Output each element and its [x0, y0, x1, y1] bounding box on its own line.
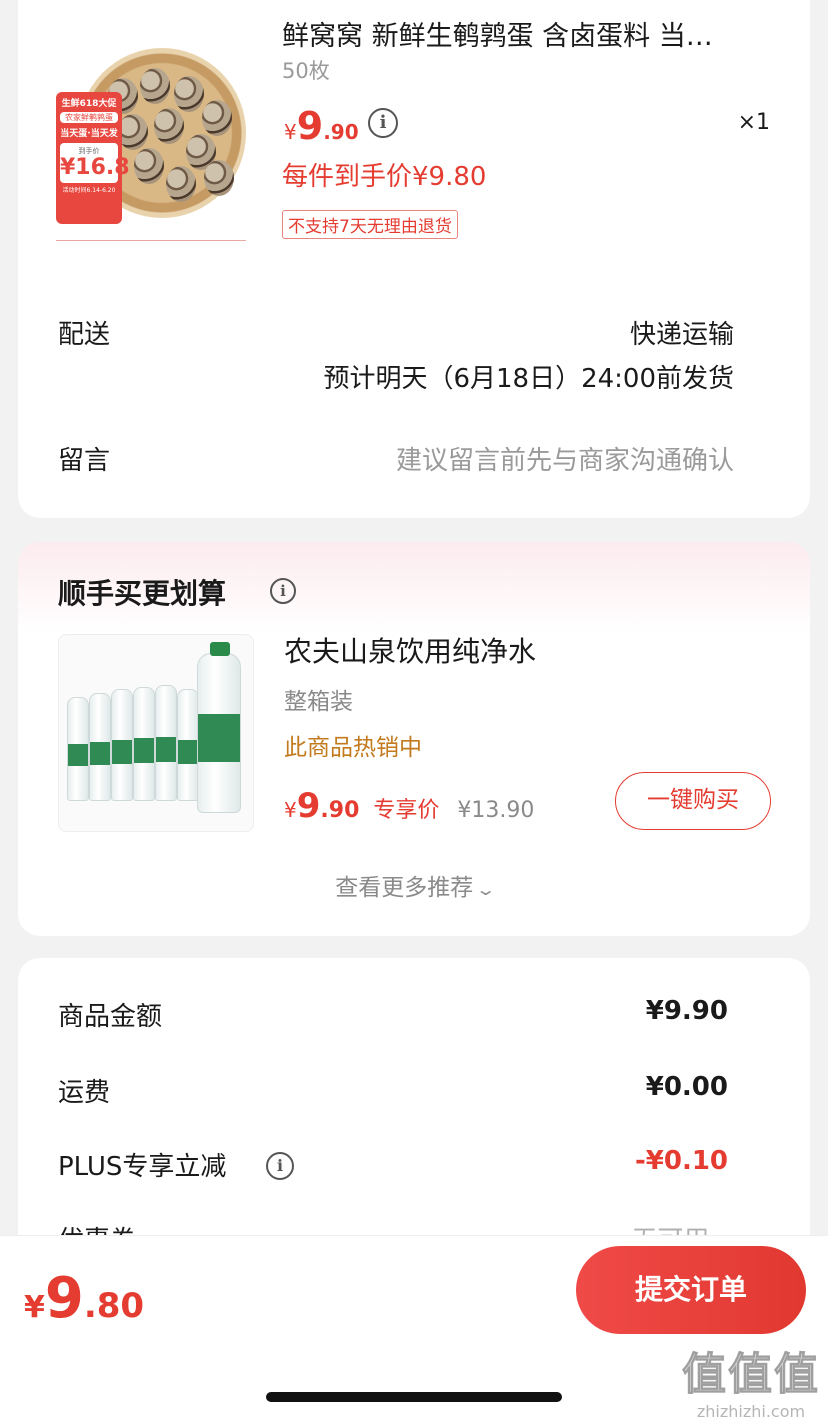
plus-discount-label: PLUS专享立减: [58, 1152, 227, 1182]
total-price: ¥ 9 .80: [24, 1266, 144, 1331]
shipping-value: ¥0.00: [645, 1072, 728, 1102]
info-icon[interactable]: i: [270, 578, 296, 604]
submit-order-button[interactable]: 提交订单: [576, 1246, 806, 1334]
price-integer: 9: [296, 786, 321, 826]
recommendation-title: 顺手买更划算: [58, 577, 227, 610]
watermark-logo: 值值值: [682, 1349, 820, 1401]
promo-line2: 农家鲜鹌鹑蛋: [60, 112, 118, 123]
currency-symbol: ¥: [284, 120, 297, 144]
product-price: ¥ 9 .90: [284, 104, 359, 148]
plus-discount-value: -¥0.10: [634, 1146, 728, 1176]
shipping-label: 运费: [58, 1078, 111, 1108]
price-decimal: .90: [320, 798, 360, 823]
delivery-label: 配送: [58, 320, 111, 350]
exclusive-price-label: 专享价: [373, 798, 440, 823]
promo-price: ¥16.8: [60, 155, 130, 180]
original-price: ¥13.90: [457, 798, 535, 823]
info-icon[interactable]: i: [368, 108, 398, 138]
recommended-product-name[interactable]: 农夫山泉饮用纯净水: [284, 630, 536, 670]
thumbnail-divider: [56, 240, 246, 241]
quantity: ×1: [737, 110, 770, 135]
one-click-buy-button[interactable]: 一键购买: [615, 772, 771, 830]
promo-line1: 生鲜618大促: [61, 99, 117, 109]
see-more-recommendations[interactable]: 查看更多推荐 ⌄: [18, 868, 810, 902]
delivery-estimate: 预计明天（6月18日）24:00前发货: [323, 364, 734, 394]
final-unit-price: 每件到手价¥9.80: [282, 162, 487, 192]
watermark: 值值值 zhizhizhi.com: [682, 1338, 820, 1421]
promo-line3: 当天蛋·当天发: [60, 129, 118, 139]
goods-amount-value: ¥9.90: [645, 996, 728, 1026]
recommended-price: ¥ 9 .90 专享价 ¥13.90: [284, 786, 534, 826]
recommendation-card: 顺手买更划算 i 农夫山泉饮用纯净水 整箱装 此商品热销中 ¥ 9 .90 专享…: [18, 542, 810, 936]
price-decimal: .80: [83, 1286, 145, 1326]
water-bottle-image: [197, 642, 241, 813]
return-policy-badge: 不支持7天无理由退货: [282, 210, 458, 239]
product-title[interactable]: 鲜窝窝 新鲜生鹌鹑蛋 含卤蛋料 当…: [282, 14, 762, 53]
price-integer: 9: [44, 1266, 84, 1331]
watermark-url: zhizhizhi.com: [696, 1402, 806, 1421]
info-icon[interactable]: i: [266, 1152, 294, 1180]
order-item-card: 生鲜618大促 农家鲜鹌鹑蛋 当天蛋·当天发 到手价 ¥16.8 活动时间6.1…: [18, 0, 810, 518]
home-indicator[interactable]: [266, 1392, 562, 1402]
price-integer: 9: [296, 104, 324, 148]
message-input[interactable]: 建议留言前先与商家沟通确认: [396, 440, 734, 477]
hot-selling-label: 此商品热销中: [284, 735, 422, 761]
promo-price-box: 到手价 ¥16.8: [60, 143, 130, 183]
currency-symbol: ¥: [284, 798, 297, 822]
product-spec: 50枚: [282, 59, 330, 83]
currency-symbol: ¥: [24, 1290, 45, 1325]
price-decimal: .90: [323, 120, 359, 144]
chevron-down-icon: ⌄: [475, 880, 497, 899]
delivery-method[interactable]: 快递运输: [630, 314, 734, 351]
checkout-bar: ¥ 9 .80 提交订单: [0, 1235, 828, 1345]
water-product-thumbnail[interactable]: [58, 634, 254, 832]
product-thumbnail[interactable]: 生鲜618大促 农家鲜鹌鹑蛋 当天蛋·当天发 到手价 ¥16.8 活动时间6.1…: [56, 42, 246, 242]
recommended-product-spec: 整箱装: [284, 689, 353, 715]
promo-footer: 活动时间6.14-6.20: [62, 187, 116, 194]
goods-amount-label: 商品金额: [58, 1002, 163, 1032]
message-label: 留言: [58, 446, 111, 476]
promo-tag: 生鲜618大促 农家鲜鹌鹑蛋 当天蛋·当天发 到手价 ¥16.8 活动时间6.1…: [56, 92, 130, 224]
see-more-label: 查看更多推荐: [335, 875, 474, 901]
